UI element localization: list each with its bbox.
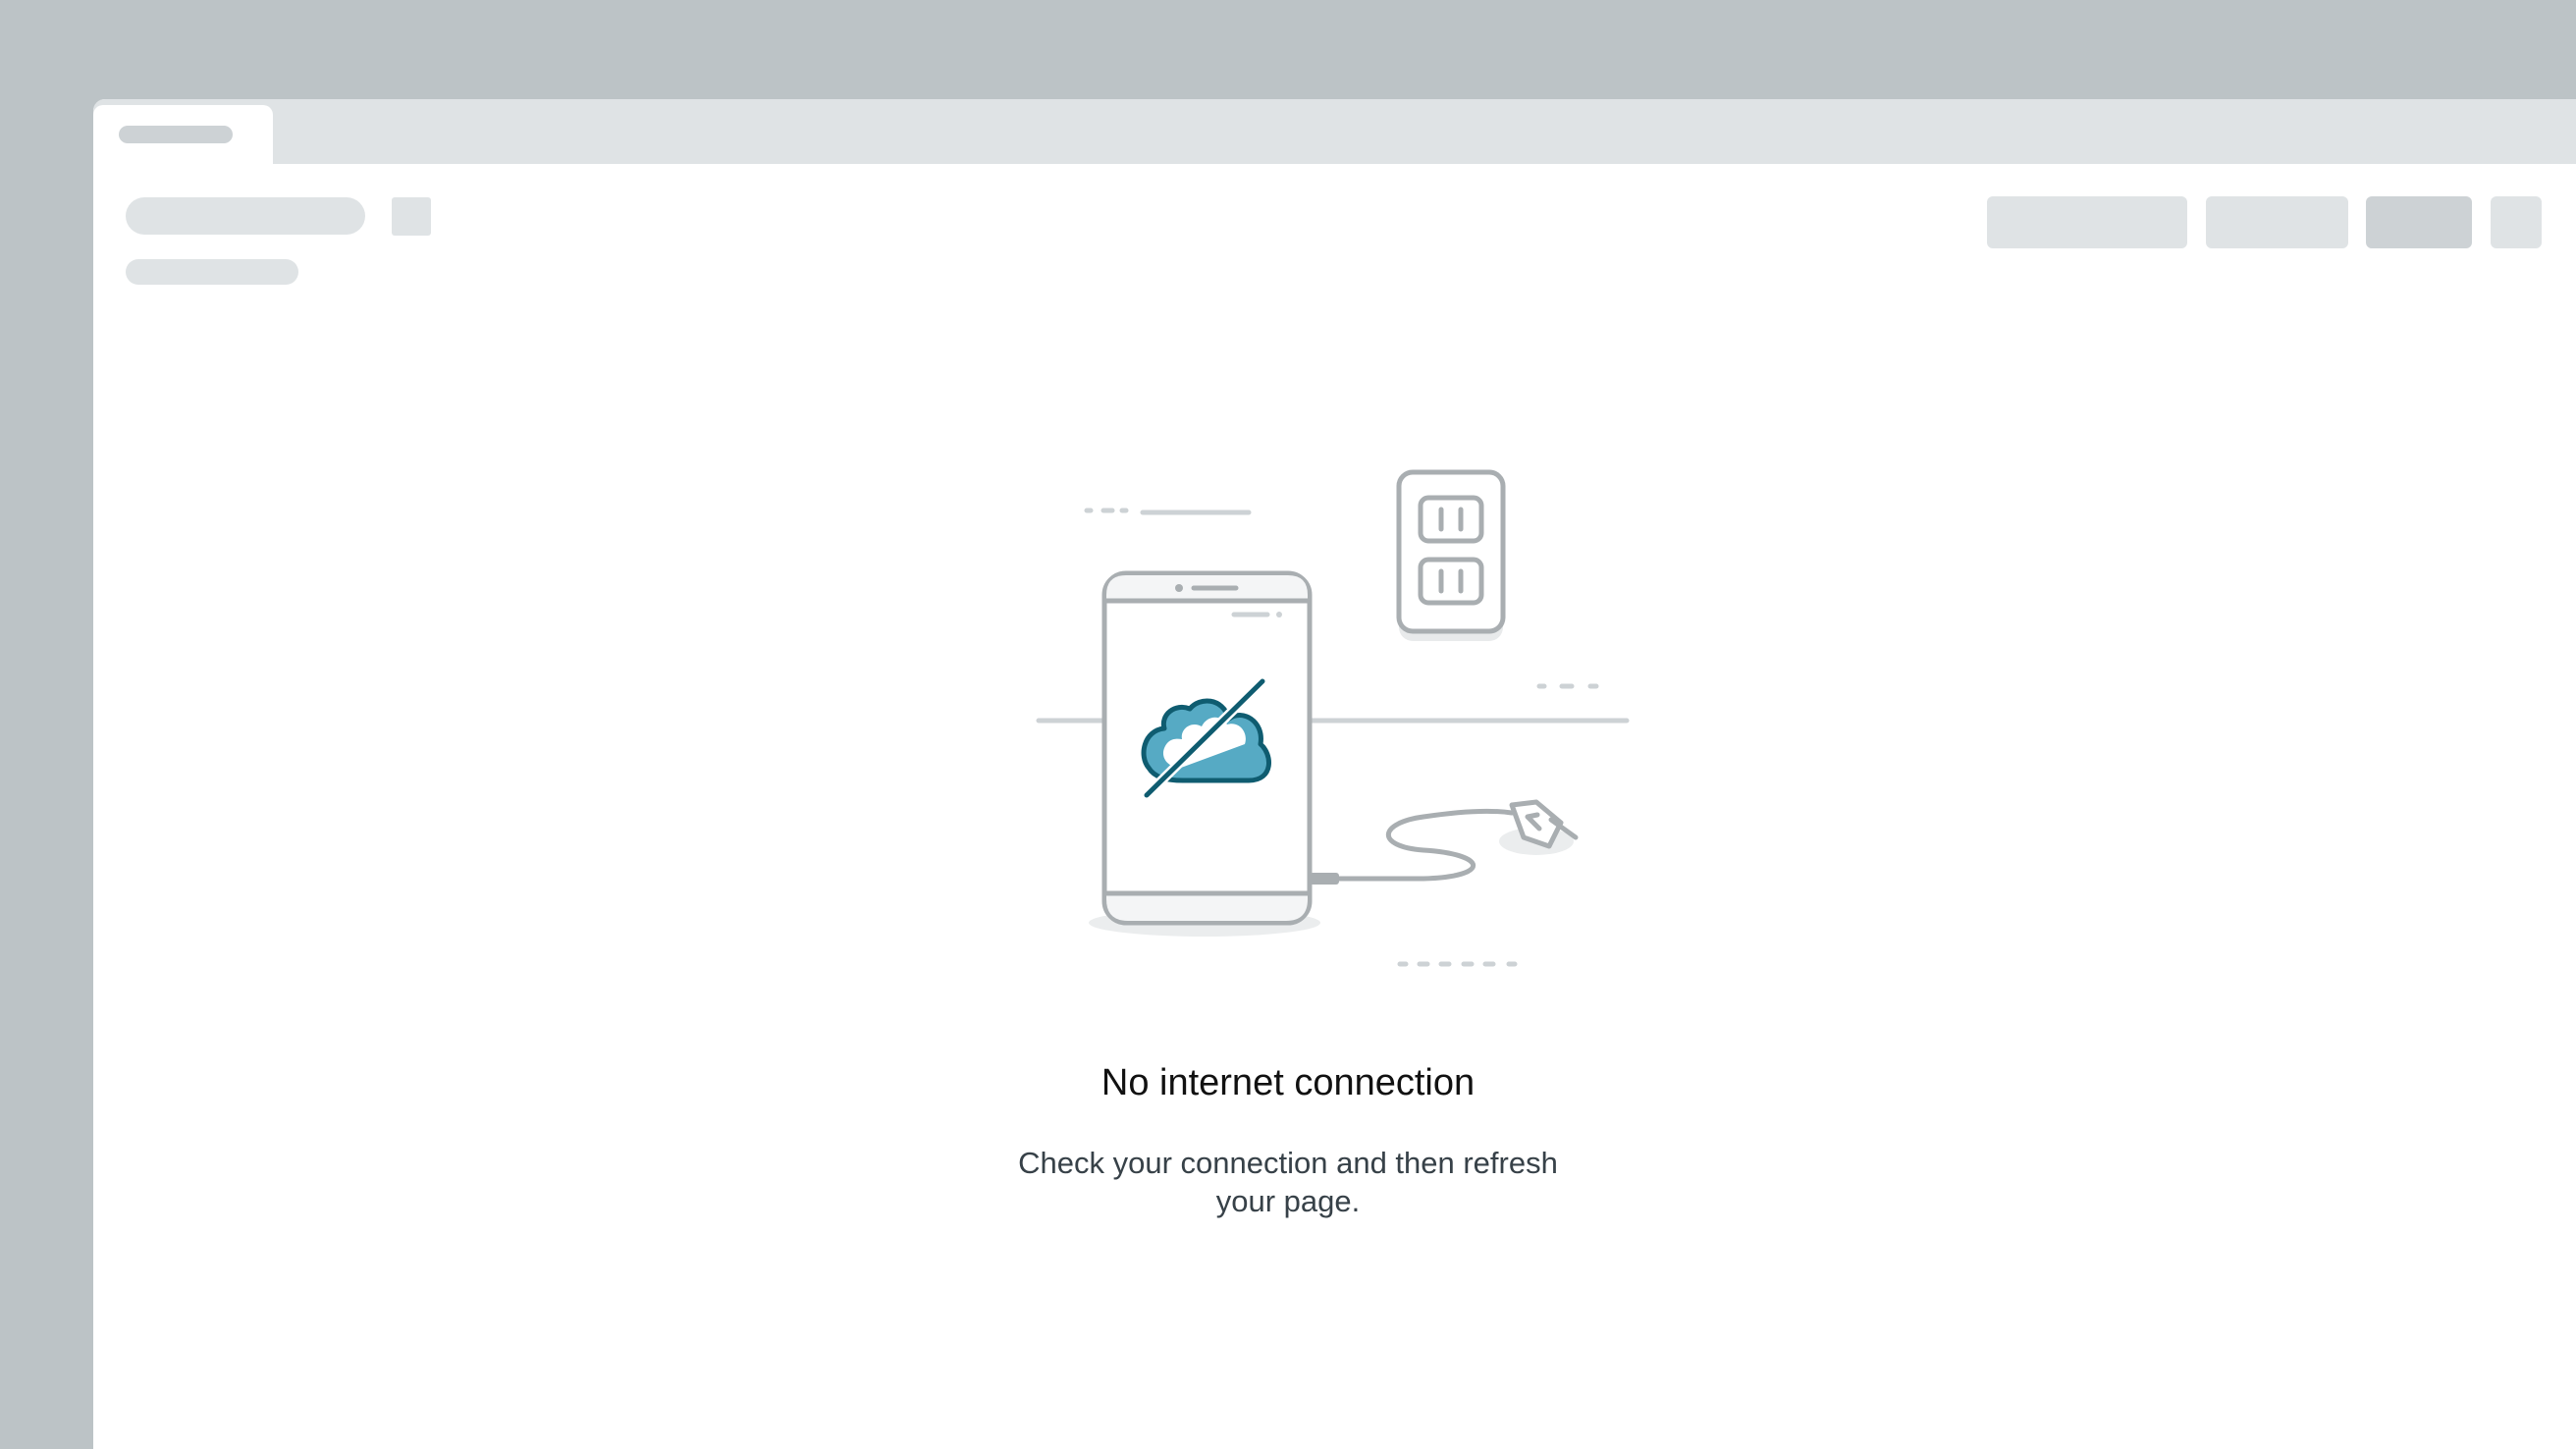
empty-state-message: Check your connection and then refresh y… [1018, 1146, 1558, 1218]
toolbar-button-placeholder-4[interactable] [2491, 196, 2542, 248]
toolbar-button-placeholder-3[interactable] [2366, 196, 2472, 248]
unplugged-cable-icon [1310, 799, 1579, 885]
empty-state-title: No internet connection [1100, 1062, 1476, 1103]
active-tab[interactable] [93, 105, 273, 164]
breadcrumb-placeholder [126, 259, 298, 285]
wall-outlet-icon [1396, 469, 1506, 641]
no-connection-illustration [1036, 469, 1630, 967]
page-title-placeholder [126, 197, 365, 235]
title-icon-placeholder [392, 197, 431, 236]
tab-title-placeholder [119, 126, 233, 143]
toolbar-button-placeholder-1[interactable] [1987, 196, 2187, 248]
toolbar-button-placeholder-2[interactable] [2206, 196, 2348, 248]
tab-strip [93, 99, 2576, 164]
